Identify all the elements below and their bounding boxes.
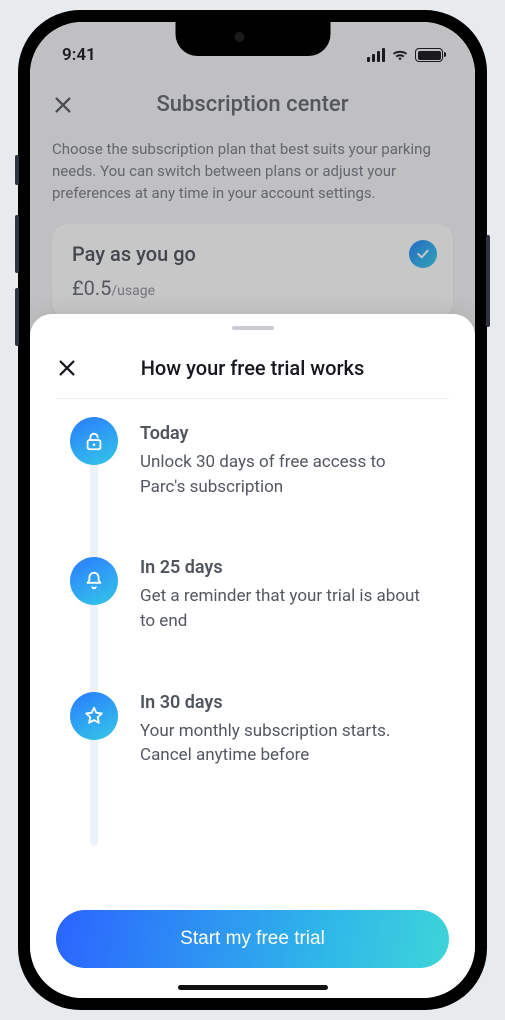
timeline-track bbox=[90, 455, 98, 846]
phone-silence-switch bbox=[15, 155, 19, 185]
timeline-step-today: Today Unlock 30 days of free access to P… bbox=[56, 423, 449, 499]
status-time: 9:41 bbox=[62, 45, 96, 65]
wifi-icon bbox=[391, 48, 409, 62]
phone-notch bbox=[175, 22, 330, 56]
step-label: In 25 days bbox=[140, 557, 430, 578]
timeline-step-start: In 30 days Your monthly subscription sta… bbox=[56, 692, 449, 768]
start-free-trial-button[interactable]: Start my free trial bbox=[56, 910, 449, 968]
star-icon bbox=[70, 692, 118, 740]
step-text: Unlock 30 days of free access to Parc's … bbox=[140, 450, 430, 499]
sheet-title: How your free trial works bbox=[78, 356, 427, 380]
trial-timeline: Today Unlock 30 days of free access to P… bbox=[56, 423, 449, 906]
sheet-close-icon[interactable] bbox=[56, 357, 78, 379]
step-label: Today bbox=[140, 423, 430, 444]
step-text: Your monthly subscription starts. Cancel… bbox=[140, 719, 430, 768]
sheet-grabber[interactable] bbox=[232, 326, 274, 330]
cellular-signal-icon bbox=[367, 48, 385, 62]
step-label: In 30 days bbox=[140, 692, 430, 713]
bell-icon bbox=[70, 557, 118, 605]
timeline-step-reminder: In 25 days Get a reminder that your tria… bbox=[56, 557, 449, 633]
phone-power-button bbox=[486, 235, 490, 327]
step-text: Get a reminder that your trial is about … bbox=[140, 584, 430, 633]
divider bbox=[56, 398, 449, 399]
home-indicator[interactable] bbox=[178, 985, 328, 990]
battery-icon bbox=[415, 48, 443, 62]
phone-volume-down bbox=[15, 288, 19, 346]
phone-volume-up bbox=[15, 215, 19, 273]
unlock-icon bbox=[70, 417, 118, 465]
free-trial-sheet: How your free trial works Today Unlock 3… bbox=[30, 314, 475, 998]
